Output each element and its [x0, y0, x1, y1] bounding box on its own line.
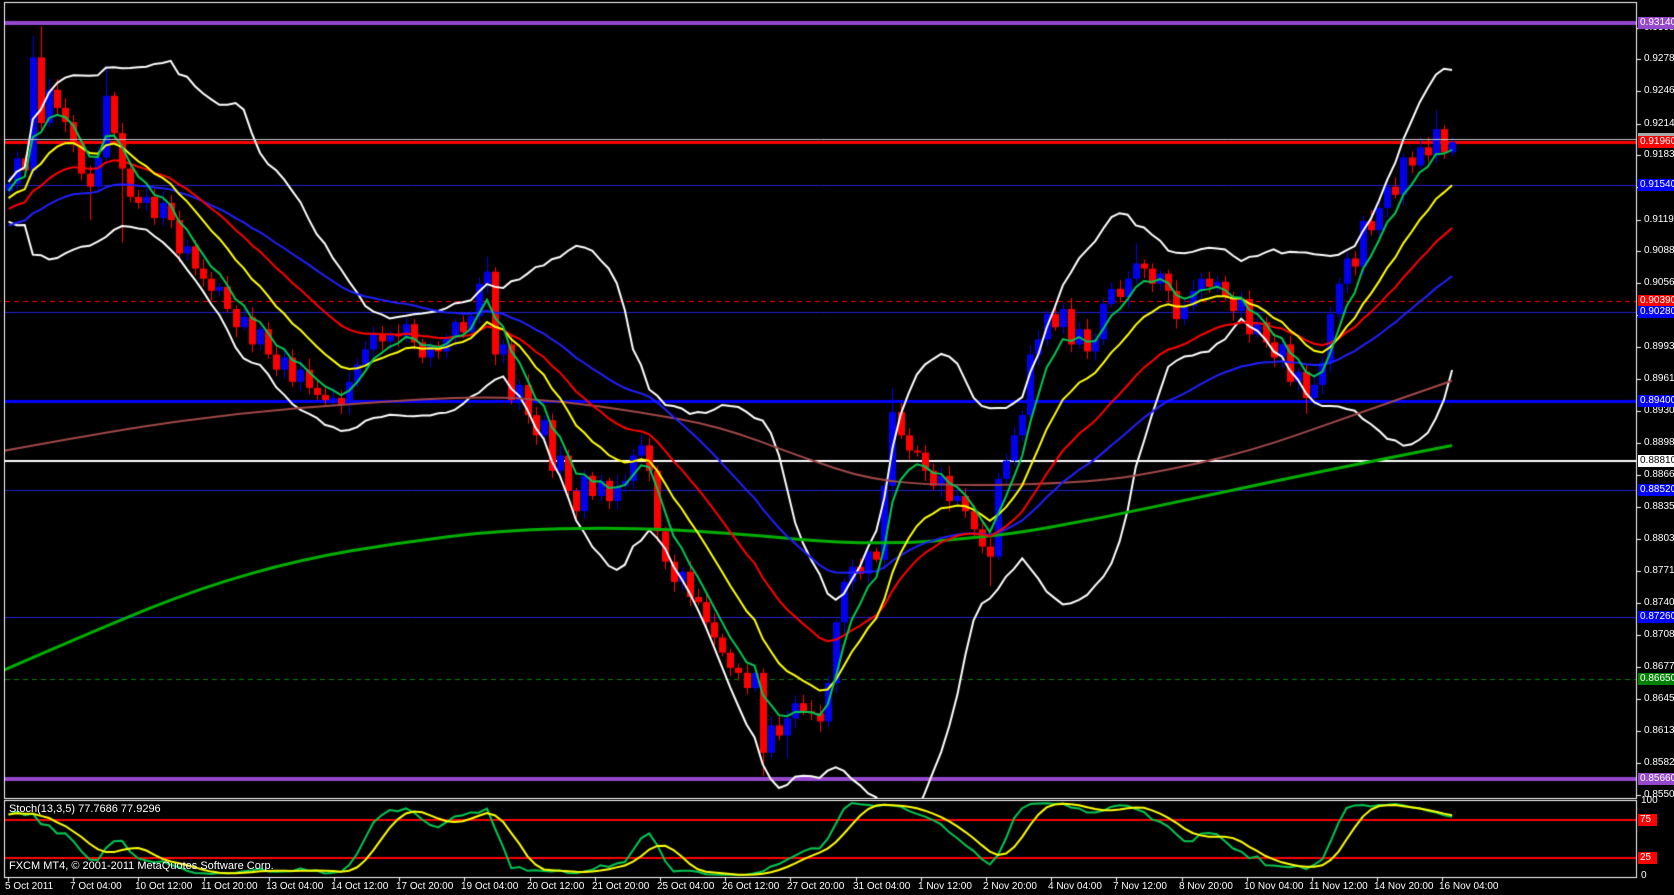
mt4-chart-window: Stoch(13,3,5) 77.7686 77.9296 FXCM MT4, … [0, 0, 1674, 895]
chart-canvas[interactable] [0, 0, 1674, 895]
